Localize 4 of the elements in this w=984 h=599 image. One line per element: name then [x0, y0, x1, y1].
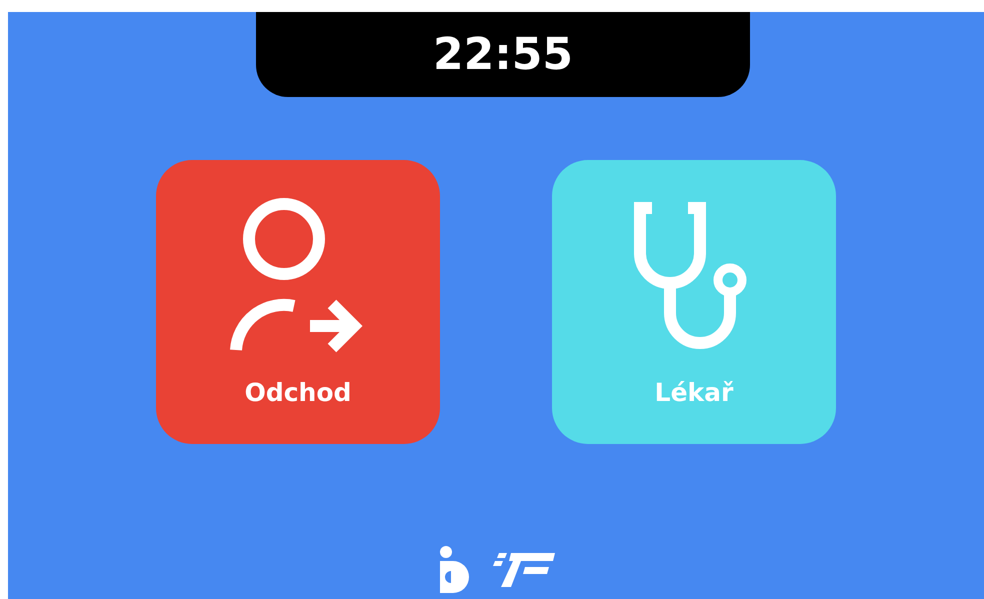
- stripes-logo-icon: [493, 551, 555, 587]
- round-logo-icon: [437, 545, 471, 593]
- clock-time: 22:55: [256, 12, 750, 97]
- leave-button[interactable]: Odchod: [156, 160, 440, 444]
